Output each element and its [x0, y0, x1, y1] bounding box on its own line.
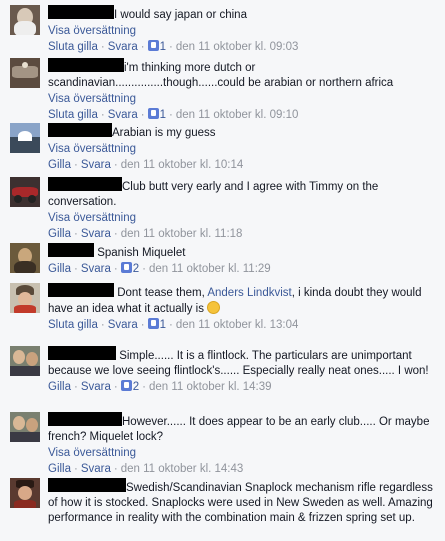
timestamp[interactable]: den 11 oktober kl. 14:39: [149, 381, 272, 393]
comment-actions: Gilla · Svara · 2 · den 11 oktober kl. 14:39: [48, 380, 272, 393]
avatar[interactable]: [10, 283, 40, 313]
show-translation-link[interactable]: Visa översättning: [48, 92, 437, 107]
thumbs-up-icon[interactable]: [147, 108, 159, 119]
timestamp[interactable]: den 11 oktober kl. 11:18: [121, 228, 243, 240]
commenter-name[interactable]: [48, 243, 94, 257]
reply-link[interactable]: Svara: [81, 263, 111, 275]
like-link[interactable]: Gilla: [48, 228, 71, 240]
commenter-name[interactable]: [48, 123, 112, 137]
comment-meta: Visa översättning: [48, 24, 437, 39]
commenter-name[interactable]: [48, 5, 114, 19]
timestamp[interactable]: den 11 oktober kl. 09:03: [176, 41, 299, 53]
like-link[interactable]: Gilla: [48, 159, 71, 171]
comment-actions: Sluta gilla · Svara · 1 · den 11 oktober kl. 1…: [48, 318, 299, 331]
timestamp[interactable]: den 11 oktober kl. 13:04: [176, 319, 299, 331]
avatar[interactable]: [10, 5, 40, 35]
commenter-name[interactable]: [48, 283, 114, 297]
commenter-name[interactable]: [48, 346, 116, 360]
thumbs-up-icon[interactable]: [147, 40, 159, 51]
mention-link[interactable]: Anders Lindkvist: [207, 287, 291, 299]
commenter-name[interactable]: [48, 58, 124, 72]
comment-text: Dont tease them,: [117, 287, 205, 299]
comment-actions: Gilla · Svara · den 11 oktober kl. 10:14: [48, 159, 244, 171]
commenter-name[interactable]: [48, 412, 122, 426]
comment-actions: Gilla · Svara · 2 · den 11 oktober kl. 11:29: [48, 262, 271, 275]
thumbs-up-icon[interactable]: [120, 380, 132, 391]
unlike-link[interactable]: Sluta gilla: [48, 319, 98, 331]
comment-actions: Sluta gilla · Svara · 1 · den 11 oktober kl. 0…: [48, 108, 299, 121]
comment-text: Arabian is my guess: [112, 127, 216, 139]
comment-text: Spanish Miquelet: [97, 247, 186, 259]
timestamp[interactable]: den 11 oktober kl. 11:29: [149, 263, 271, 275]
unlike-link[interactable]: Sluta gilla: [48, 109, 98, 121]
avatar[interactable]: [10, 123, 40, 153]
reply-link[interactable]: Svara: [81, 463, 111, 475]
comment-actions: Sluta gilla · Svara · 1 · den 11 oktober kl. 0…: [48, 40, 299, 53]
reply-link[interactable]: Svara: [108, 109, 138, 121]
reply-link[interactable]: Svara: [108, 41, 138, 53]
timestamp[interactable]: den 11 oktober kl. 10:14: [121, 159, 244, 171]
thumbs-up-icon[interactable]: [120, 262, 132, 273]
comment-actions: Gilla · Svara · den 11 oktober kl. 14:43: [48, 463, 244, 475]
timestamp[interactable]: den 11 oktober kl. 14:43: [121, 463, 244, 475]
reply-link[interactable]: Svara: [108, 319, 138, 331]
show-translation-link[interactable]: Visa översättning: [48, 25, 136, 37]
commenter-name[interactable]: [48, 478, 126, 492]
avatar[interactable]: [10, 346, 40, 376]
commenter-name[interactable]: [48, 177, 122, 191]
like-link[interactable]: Gilla: [48, 263, 71, 275]
avatar[interactable]: [10, 177, 40, 207]
avatar[interactable]: [10, 478, 40, 508]
reply-link[interactable]: Svara: [81, 159, 111, 171]
show-translation-link[interactable]: Visa översättning: [48, 446, 437, 461]
comment-text: I would say japan or china: [114, 9, 247, 21]
smiley-icon: [207, 301, 221, 314]
avatar[interactable]: [10, 58, 40, 88]
comment-actions: Gilla · Svara · den 11 oktober kl. 11:18: [48, 228, 243, 240]
show-translation-link[interactable]: Visa översättning: [48, 211, 437, 226]
avatar[interactable]: [10, 412, 40, 442]
unlike-link[interactable]: Sluta gilla: [48, 41, 98, 53]
reply-link[interactable]: Svara: [81, 228, 111, 240]
thumbs-up-icon[interactable]: [147, 318, 159, 329]
like-link[interactable]: Gilla: [48, 381, 71, 393]
reply-link[interactable]: Svara: [81, 381, 111, 393]
show-translation-link[interactable]: Visa översättning: [48, 142, 437, 157]
like-link[interactable]: Gilla: [48, 463, 71, 475]
avatar[interactable]: [10, 243, 40, 273]
timestamp[interactable]: den 11 oktober kl. 09:10: [176, 109, 299, 121]
